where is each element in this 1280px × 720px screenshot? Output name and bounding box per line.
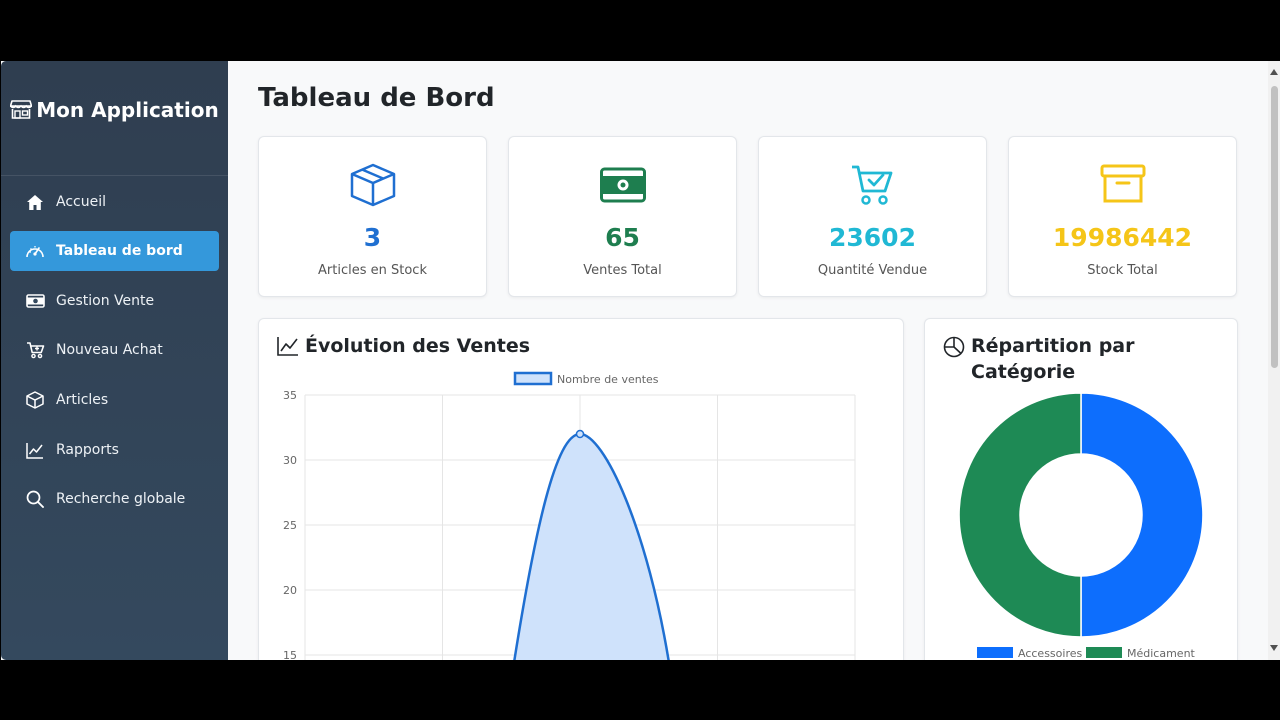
category-distribution-panel: Répartition par Catégorie Accessoires Médi…	[924, 318, 1238, 660]
stat-label: Stock Total	[1087, 263, 1158, 278]
sidebar-item-nouveau-achat[interactable]: Nouveau Achat	[10, 330, 219, 370]
sidebar-item-gestion-vente[interactable]: Gestion Vente	[10, 281, 219, 321]
sidebar-item-label: Accueil	[56, 194, 106, 210]
category-doughnut-chart[interactable]: Accessoires Médicament	[925, 319, 1238, 660]
sidebar-item-accueil[interactable]: Accueil	[10, 182, 219, 222]
y-tick-label: 35	[283, 389, 297, 402]
stat-label: Quantité Vendue	[817, 263, 928, 278]
box-icon	[350, 163, 395, 207]
sidebar-item-articles[interactable]: Articles	[10, 380, 219, 420]
app-window: Mon Application Accueil Tableau de bord …	[1, 61, 1280, 660]
stat-label: Articles en Stock	[318, 263, 427, 278]
doughnut-slice	[1080, 392, 1204, 638]
sidebar-item-label: Nouveau Achat	[56, 342, 163, 358]
sidebar-item-label: Gestion Vente	[56, 293, 155, 309]
page-scrollbar[interactable]	[1268, 61, 1280, 660]
y-tick-label: 25	[283, 519, 297, 532]
legend-swatch	[977, 647, 1013, 658]
chart-line-icon	[24, 439, 46, 461]
scrollbar-thumb[interactable]	[1271, 86, 1278, 368]
stat-value: 19986442	[1052, 223, 1193, 252]
brand[interactable]: Mon Application	[1, 97, 228, 123]
main-content: Tableau de Bord 3 Articles en Stock 65 V…	[228, 61, 1268, 660]
cash-icon	[24, 290, 46, 312]
sales-line-chart[interactable]: 15 20 25 30 35 Nombre de ventes	[259, 319, 904, 660]
sidebar-item-recherche-globale[interactable]: Recherche globale	[10, 479, 219, 519]
sidebar: Mon Application Accueil Tableau de bord …	[1, 61, 228, 660]
stat-label: Ventes Total	[583, 263, 662, 278]
scroll-up-arrow-icon[interactable]	[1270, 69, 1278, 75]
legend-label: Nombre de ventes	[557, 373, 659, 386]
brand-text: Mon Application	[36, 98, 219, 122]
archive-icon	[1100, 164, 1145, 203]
data-point	[575, 429, 585, 439]
page-title: Tableau de Bord	[258, 83, 495, 113]
scroll-down-arrow-icon[interactable]	[1270, 645, 1278, 651]
legend-label: Accessoires	[1018, 647, 1082, 660]
sidebar-item-label: Rapports	[56, 442, 119, 458]
stat-card-articles: 3 Articles en Stock	[258, 136, 487, 297]
search-icon	[24, 488, 46, 510]
shop-icon	[9, 100, 33, 119]
sidebar-item-rapports[interactable]: Rapports	[10, 430, 219, 470]
cart-plus-icon	[24, 339, 46, 361]
sidebar-item-label: Articles	[56, 392, 109, 408]
sidebar-item-label: Tableau de bord	[56, 243, 183, 259]
legend-swatch	[513, 371, 553, 386]
stat-card-ventes: 65 Ventes Total	[508, 136, 737, 297]
legend-swatch	[1086, 647, 1122, 658]
sidebar-item-tableau-de-bord[interactable]: Tableau de bord	[10, 231, 219, 271]
y-tick-label: 30	[283, 454, 297, 467]
cash-icon	[599, 167, 646, 203]
home-icon	[24, 191, 46, 213]
stat-card-quantite: 23602 Quantité Vendue	[758, 136, 987, 297]
doughnut-slice	[958, 392, 1082, 638]
y-tick-label: 20	[283, 584, 297, 597]
legend-label: Médicament	[1127, 647, 1196, 660]
sidebar-divider	[1, 175, 228, 176]
y-tick-label: 15	[283, 649, 297, 660]
stat-value: 23602	[829, 223, 916, 252]
sidebar-item-label: Recherche globale	[56, 491, 186, 507]
box-icon	[24, 389, 46, 411]
cart-check-icon	[851, 165, 892, 205]
sales-evolution-panel: Évolution des Ventes 15 20 25 30 35 Nombre de…	[258, 318, 904, 660]
stat-value: 3	[363, 223, 382, 252]
stat-card-stock: 19986442 Stock Total	[1008, 136, 1237, 297]
dashboard-gauge-icon	[24, 240, 46, 262]
series-area	[514, 434, 669, 660]
stat-value: 65	[605, 223, 640, 252]
